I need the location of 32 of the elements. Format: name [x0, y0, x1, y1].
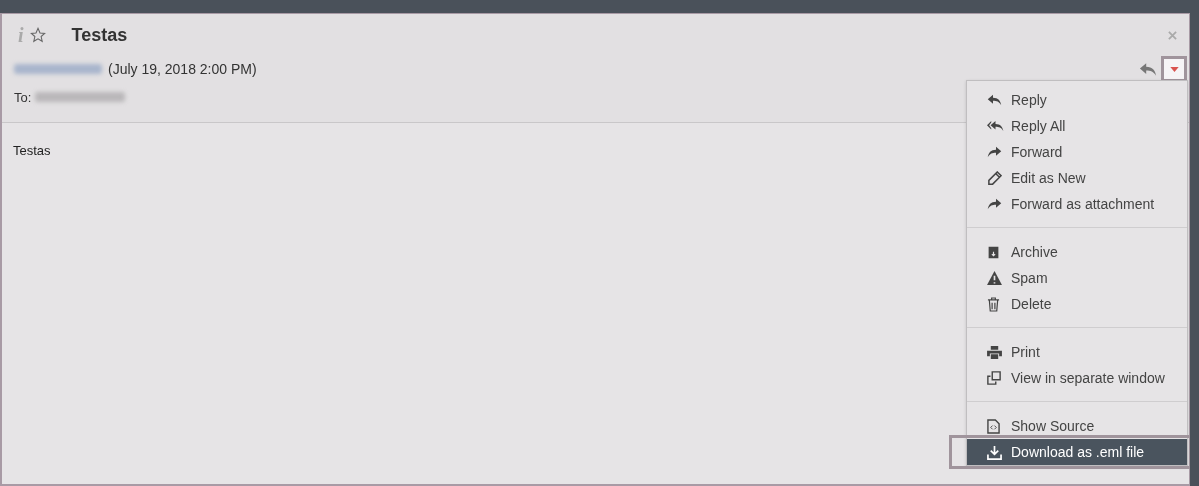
message-body: Testas: [13, 143, 51, 158]
printer-icon: [987, 345, 1002, 359]
menu-item[interactable]: Forward: [967, 139, 1187, 165]
warning-icon: [987, 271, 1002, 285]
document-icon: [987, 418, 1000, 434]
caret-icon: [1169, 66, 1179, 72]
menu-item[interactable]: Edit as New: [967, 165, 1187, 191]
menu-item[interactable]: Show Source: [967, 413, 1187, 439]
archive-icon: [987, 245, 1000, 259]
message-subject: Testas: [71, 24, 128, 46]
menu-item[interactable]: Forward as attachment: [967, 191, 1187, 217]
menu-item[interactable]: Archive: [967, 239, 1187, 265]
forward-icon: [987, 198, 1002, 210]
menu-item[interactable]: View in separate window: [967, 365, 1187, 391]
to-label: To:: [14, 89, 32, 105]
pencil-icon: [987, 170, 1002, 186]
reply-icon[interactable]: [1139, 61, 1157, 77]
menu-item[interactable]: Spam: [967, 265, 1187, 291]
reply-all-icon: [987, 120, 1004, 132]
download-icon: [987, 444, 1002, 460]
menu-item[interactable]: Download as .eml file: [967, 439, 1187, 465]
star-icon[interactable]: [29, 27, 46, 43]
message-date: (July 19, 2018 2:00 PM): [108, 61, 257, 77]
forward-icon: [987, 146, 1002, 158]
menu-item[interactable]: Reply: [967, 87, 1187, 113]
menu-item[interactable]: Delete: [967, 291, 1187, 317]
dropdown-button[interactable]: [1161, 56, 1187, 82]
reply-icon: [987, 94, 1002, 106]
menu-item[interactable]: Reply All: [967, 113, 1187, 139]
trash-icon: [987, 296, 1000, 312]
menu-item[interactable]: Print: [967, 339, 1187, 365]
window-icon: [987, 371, 1001, 385]
